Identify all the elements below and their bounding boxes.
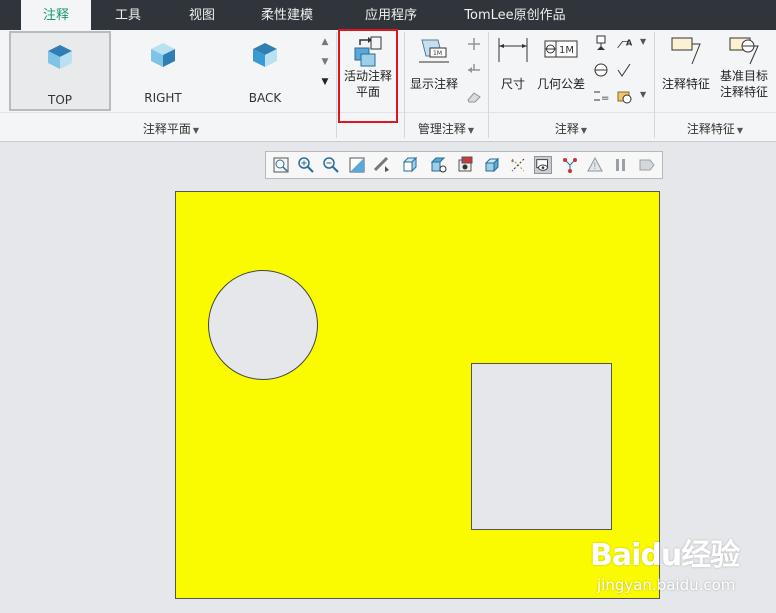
pause-icon[interactable]: [612, 156, 630, 174]
annotation-feature-label: 注释特征: [661, 77, 710, 91]
group-label-annotation-plane[interactable]: 注释平面 ▼: [8, 120, 334, 138]
repaint-icon[interactable]: [348, 156, 366, 174]
tab-annotate[interactable]: 注释: [21, 0, 91, 30]
ribbon: TOP RIGHT BACK ▲ ▼ ▼ 注释平面 ▼ 活动注释 平面 1M 显…: [0, 29, 776, 142]
geometric-tolerance-label: 几何公差: [536, 77, 585, 91]
datum-feature-symbol-icon[interactable]: [592, 35, 610, 51]
annotation-feature-icon: [671, 37, 701, 65]
chevron-down-icon[interactable]: ▼: [640, 37, 646, 46]
next-step-icon[interactable]: [638, 156, 656, 174]
group-label-annotations[interactable]: 注释 ▼: [488, 120, 654, 138]
geometric-tolerance-icon: 1M: [544, 40, 578, 58]
datum-target-annotation-feature-button[interactable]: 基准目标 注释特征: [715, 34, 773, 110]
svg-text:1M: 1M: [433, 50, 442, 57]
geometric-tolerance-button[interactable]: 1M 几何公差: [535, 34, 587, 110]
cube-back-icon: [253, 43, 277, 67]
dimension-icon: [498, 38, 528, 62]
chevron-down-icon: ▼: [736, 126, 744, 135]
graphics-toolbar: * !: [265, 151, 663, 179]
datum-target-icon[interactable]: [592, 62, 610, 78]
show-annotations-button[interactable]: 1M 显示注释: [406, 34, 462, 110]
surface-finish-icon[interactable]: [616, 62, 634, 78]
eraser-icon[interactable]: [465, 88, 483, 104]
group-label-manage-annotations[interactable]: 管理注释 ▼: [404, 120, 488, 138]
view-manager-icon[interactable]: [457, 156, 475, 174]
svg-text:*: *: [511, 159, 514, 166]
baidu-watermark: Baidu经验 jingyan.baidu.com: [590, 530, 770, 610]
chevron-down-icon: ▼: [192, 126, 200, 135]
tab-tomlee[interactable]: TomLee原创作品: [450, 0, 580, 30]
ribbon-tab-bar: 注释 工具 视图 柔性建模 应用程序 TomLee原创作品: [0, 0, 776, 30]
cube-right-icon: [151, 43, 175, 67]
tab-view[interactable]: 视图: [172, 0, 232, 30]
view-right[interactable]: RIGHT: [112, 31, 214, 111]
dimension-label: 尺寸: [500, 77, 525, 91]
rectangular-cutout[interactable]: [471, 363, 612, 530]
saved-orientations-icon[interactable]: [429, 156, 447, 174]
view-right-label: RIGHT: [144, 91, 182, 105]
show-annotations-icon: 1M: [419, 39, 449, 63]
note-icon[interactable]: A: [616, 35, 634, 51]
gallery-expand-icon[interactable]: ▼: [318, 72, 332, 92]
datum-target-label-1: 基准目标: [719, 69, 768, 83]
circular-hole[interactable]: [208, 270, 318, 380]
zoom-in-icon[interactable]: [297, 156, 315, 174]
zoom-out-icon[interactable]: [322, 156, 340, 174]
annotation-feature-button[interactable]: 注释特征: [657, 34, 715, 110]
datum-display-icon[interactable]: *: [509, 156, 527, 174]
chevron-down-icon: ▼: [467, 126, 475, 135]
view-top-label: TOP: [47, 93, 72, 107]
dimension-button[interactable]: 尺寸: [493, 34, 533, 110]
symbol-icon[interactable]: =: [592, 88, 610, 104]
baidu-url: jingyan.baidu.com: [597, 576, 736, 594]
gallery-scroll-down-icon[interactable]: ▼: [318, 52, 332, 72]
baidu-logo: Baidu经验: [590, 538, 740, 573]
datum-target-feature-icon: [729, 37, 759, 65]
group-divider: [336, 32, 337, 138]
tab-tools[interactable]: 工具: [98, 0, 158, 30]
spin-center-icon[interactable]: [561, 156, 579, 174]
annotation-plane-gallery: TOP RIGHT BACK: [8, 31, 318, 113]
highlight-box: [338, 29, 398, 123]
warning-icon[interactable]: !: [586, 156, 604, 174]
annotation-display-icon[interactable]: [534, 156, 552, 174]
perspective-icon[interactable]: [483, 156, 501, 174]
move-annotation-icon[interactable]: [465, 62, 483, 78]
group-label-annotation-plane-text: 注释平面: [142, 122, 191, 136]
add-annotation-icon[interactable]: [465, 36, 483, 52]
gallery-scroll-up-icon[interactable]: ▲: [318, 32, 332, 52]
show-annotations-label: 显示注释: [409, 77, 458, 91]
reorient-icon[interactable]: [373, 156, 391, 174]
cube-top-icon: [48, 45, 72, 69]
refit-icon[interactable]: [272, 156, 290, 174]
gtol-symbol-text: 1M: [559, 45, 574, 56]
chevron-down-icon[interactable]: ▼: [640, 90, 646, 99]
display-style-icon[interactable]: [401, 156, 419, 174]
chevron-down-icon: ▼: [580, 126, 588, 135]
tab-applications[interactable]: 应用程序: [348, 0, 434, 30]
group-label-manage-annotations-text: 管理注释: [417, 122, 466, 136]
group-label-annotations-text: 注释: [554, 122, 579, 136]
view-back[interactable]: BACK: [214, 31, 316, 111]
group-label-annotation-features[interactable]: 注释特征 ▼: [654, 120, 776, 138]
svg-text:=: =: [601, 93, 609, 104]
gallery-scroller: ▲ ▼ ▼: [318, 32, 334, 112]
tab-flexible-modeling[interactable]: 柔性建模: [244, 0, 330, 30]
view-back-label: BACK: [248, 91, 282, 105]
svg-text:!: !: [593, 162, 597, 172]
view-top[interactable]: TOP: [9, 31, 111, 111]
group-label-annotation-features-text: 注释特征: [686, 122, 735, 136]
datum-target-label-2: 注释特征: [719, 85, 768, 99]
model-part[interactable]: [175, 191, 660, 599]
svg-text:A: A: [626, 37, 633, 47]
weld-symbol-icon[interactable]: [616, 88, 634, 104]
